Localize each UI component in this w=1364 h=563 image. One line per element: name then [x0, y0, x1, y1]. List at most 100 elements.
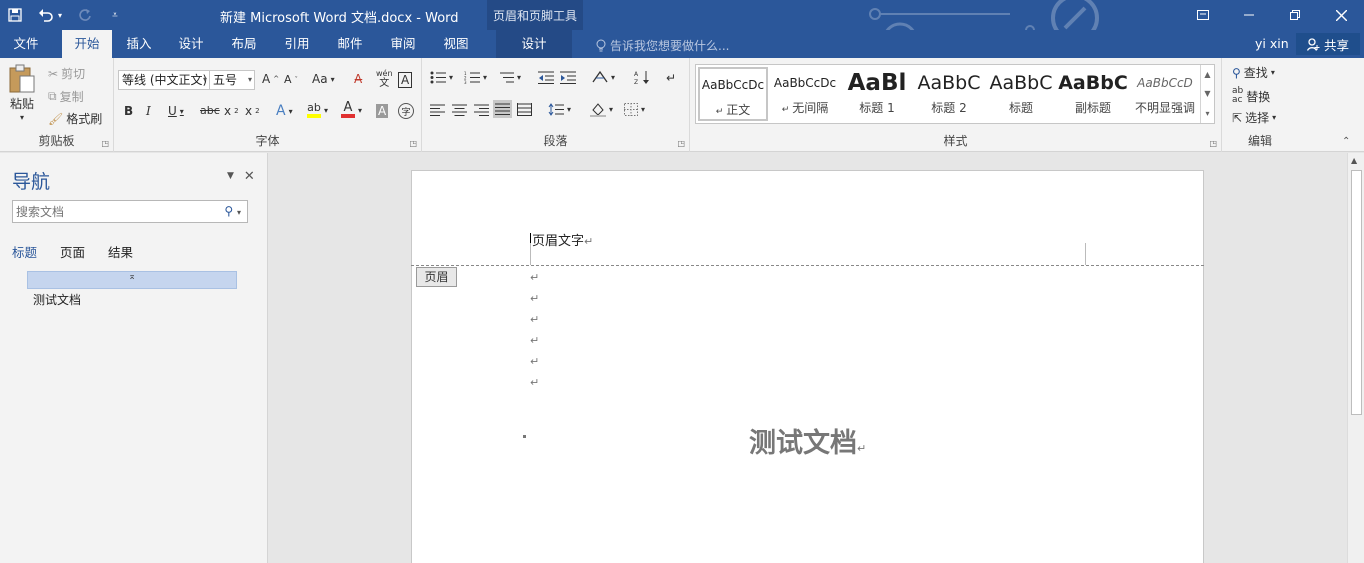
bold-icon[interactable]: B	[124, 104, 133, 118]
replace-icon: ab ac	[1232, 86, 1244, 105]
highlight-color-icon[interactable]: ab ▾	[307, 102, 328, 118]
document-page[interactable]: 页眉文字↵ 页眉 ↵ ↵ ↵ ↵ ↵ ↵ 测试文档↵	[411, 170, 1204, 563]
tab-design[interactable]: 设计	[166, 30, 216, 58]
line-spacing-icon[interactable]: ▾	[548, 103, 571, 116]
font-name-combo[interactable]: 等线 (中文正文) ▾	[118, 70, 210, 90]
header-text[interactable]: 页眉文字↵	[530, 230, 593, 249]
tell-me-box[interactable]: 告诉我您想要做什么...	[596, 37, 729, 54]
italic-icon[interactable]: I	[146, 104, 151, 118]
styles-group-label: 样式	[943, 134, 968, 148]
superscript-icon[interactable]: x2	[245, 104, 260, 118]
tab-file[interactable]: 文件	[0, 30, 52, 58]
nav-tab-headings[interactable]: 标题	[12, 242, 37, 261]
ribbon-display-options-icon[interactable]	[1180, 0, 1226, 30]
borders-icon[interactable]: ▾	[624, 103, 645, 116]
sort-icon[interactable]: AZ	[634, 70, 650, 85]
distributed-icon[interactable]	[517, 103, 532, 116]
find-button[interactable]: ⚲ 查找 ▾	[1232, 64, 1275, 81]
chevron-down-icon[interactable]: ▼	[1204, 89, 1210, 98]
tab-header-footer-design[interactable]: 设计	[496, 30, 572, 58]
tab-mailings[interactable]: 邮件	[325, 30, 375, 58]
tab-insert[interactable]: 插入	[114, 30, 164, 58]
style-normal[interactable]: AaBbCcDc ↵ 正文	[698, 67, 768, 121]
subscript-icon[interactable]: x2	[224, 104, 239, 118]
underline-icon[interactable]: U ▾	[168, 104, 184, 118]
scroll-thumb[interactable]	[1351, 170, 1362, 415]
tab-layout[interactable]: 布局	[219, 30, 269, 58]
style-heading-1[interactable]: AaBl 标题 1	[842, 67, 912, 121]
replace-button[interactable]: ab ac 替换	[1232, 87, 1270, 105]
redo-icon[interactable]	[70, 0, 100, 30]
tab-review[interactable]: 审阅	[378, 30, 428, 58]
chinese-layout-icon[interactable]: ▾	[592, 70, 615, 84]
shading-icon[interactable]: ▾	[590, 102, 613, 117]
character-shading-icon[interactable]: A	[376, 104, 389, 118]
shrink-font-icon[interactable]: Aˇ	[284, 73, 298, 86]
copy-button[interactable]: ⧉ 复制	[48, 88, 84, 105]
multilevel-list-icon[interactable]: ▾	[498, 71, 521, 84]
paragraph-group: ▾ 1 2 3 ▾ ▾ ▾ AZ ↵ ▾ ▾ ▾ 段落 ◳	[422, 58, 690, 152]
show-formatting-marks-icon[interactable]: ↵	[666, 71, 676, 85]
styles-launcher-icon[interactable]: ◳	[1209, 139, 1217, 148]
text-effects-icon[interactable]: A ▾	[276, 103, 293, 119]
user-name[interactable]: yi xin	[1255, 36, 1289, 51]
undo-icon[interactable]: ▾	[30, 0, 70, 30]
phonetic-guide-icon[interactable]: wén 文	[376, 69, 393, 89]
nav-heading-item[interactable]: 测试文档	[33, 291, 81, 308]
close-icon[interactable]	[1318, 0, 1364, 30]
bullets-icon[interactable]: ▾	[430, 71, 453, 84]
customize-qat-icon[interactable]: ⩡	[100, 0, 130, 30]
character-border-icon[interactable]: A	[398, 72, 413, 88]
clear-formatting-icon[interactable]: A̶	[354, 72, 362, 86]
nav-close-icon[interactable]: ✕	[244, 169, 255, 184]
collapse-ribbon-icon[interactable]: ⌃	[1342, 136, 1350, 147]
restore-icon[interactable]	[1272, 0, 1318, 30]
grow-font-icon[interactable]: A ^	[262, 72, 279, 86]
share-button[interactable]: 共享	[1296, 33, 1360, 55]
nav-collapse-all-icon[interactable]: ⌅	[27, 271, 237, 289]
decrease-indent-icon[interactable]	[538, 71, 554, 84]
nav-search-input[interactable]	[13, 201, 213, 222]
font-size-combo[interactable]: 五号 ▾	[209, 70, 255, 90]
justify-icon[interactable]	[493, 100, 512, 118]
align-center-icon[interactable]	[452, 104, 467, 116]
styles-gallery-scroll[interactable]: ▲ ▼ ▾	[1200, 65, 1214, 123]
style-heading-2[interactable]: AaBbC 标题 2	[914, 67, 984, 121]
save-icon[interactable]	[0, 0, 30, 30]
font-launcher-icon[interactable]: ◳	[409, 139, 417, 148]
style-no-spacing[interactable]: AaBbCcDc ↵ 无间隔	[770, 67, 840, 121]
scroll-up-icon[interactable]: ▲	[1351, 156, 1357, 165]
chevron-up-icon[interactable]: ▲	[1204, 70, 1210, 79]
clipboard-launcher-icon[interactable]: ◳	[101, 139, 109, 148]
nav-options-icon[interactable]: ▼	[227, 171, 234, 184]
format-painter-button[interactable]: 🖌 格式刷	[48, 110, 102, 127]
align-left-icon[interactable]	[430, 104, 445, 116]
cut-button[interactable]: ✂ 剪切	[48, 65, 85, 82]
font-color-icon[interactable]: A ▾	[341, 101, 362, 118]
strikethrough-icon[interactable]: abc	[200, 104, 220, 117]
change-case-icon[interactable]: Aa ▾	[312, 72, 335, 86]
tab-view[interactable]: 视图	[431, 30, 481, 58]
tell-me-text: 告诉我您想要做什么...	[610, 39, 730, 53]
search-icon[interactable]: ⚲ ▾	[224, 204, 241, 218]
style-subtitle[interactable]: AaBbC 副标题	[1058, 67, 1128, 121]
editing-group: ⚲ 查找 ▾ ab ac 替换 ⇱ 选择 ▾ 编辑	[1222, 58, 1298, 152]
enclose-characters-icon[interactable]: 字	[398, 103, 414, 119]
paste-button[interactable]: 粘贴 ▾	[8, 64, 36, 122]
paragraph-launcher-icon[interactable]: ◳	[677, 139, 685, 148]
increase-indent-icon[interactable]	[560, 71, 576, 84]
tab-home[interactable]: 开始	[62, 30, 112, 58]
nav-tab-results[interactable]: 结果	[108, 242, 133, 261]
vertical-scrollbar[interactable]: ▲	[1347, 153, 1364, 563]
numbering-icon[interactable]: 1 2 3 ▾	[464, 71, 487, 84]
minimize-icon[interactable]	[1226, 0, 1272, 30]
person-icon	[1306, 37, 1320, 51]
style-title[interactable]: AaBbC 标题	[986, 67, 1056, 121]
select-button[interactable]: ⇱ 选择 ▾	[1232, 109, 1276, 126]
more-styles-icon[interactable]: ▾	[1205, 109, 1209, 118]
align-right-icon[interactable]	[474, 104, 489, 116]
style-subtle-emphasis[interactable]: AaBbCcD 不明显强调	[1130, 67, 1200, 121]
tab-references[interactable]: 引用	[272, 30, 322, 58]
document-heading[interactable]: 测试文档↵	[749, 421, 866, 460]
nav-tab-pages[interactable]: 页面	[60, 242, 85, 261]
